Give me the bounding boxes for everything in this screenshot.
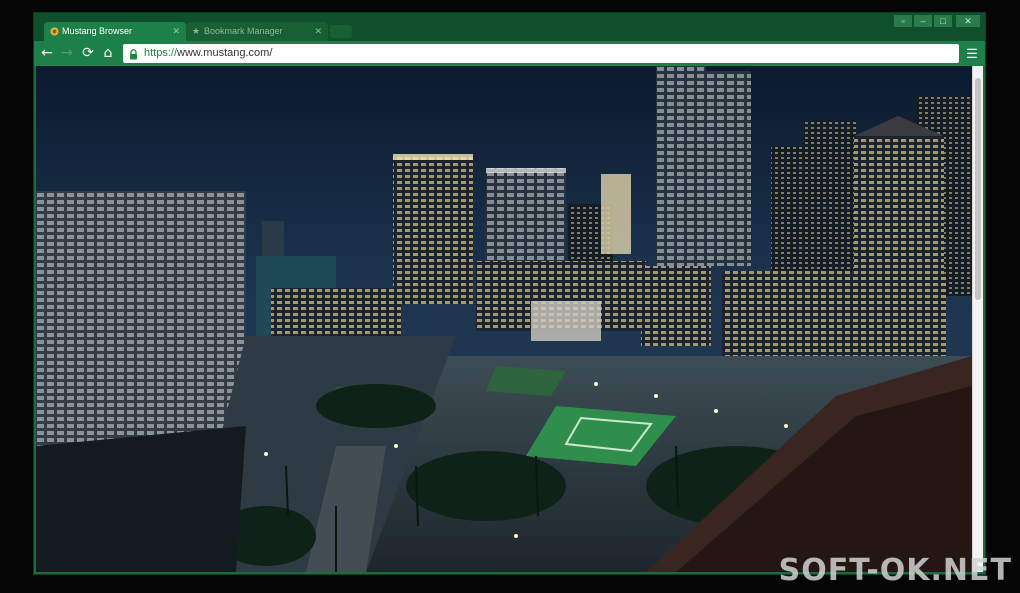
tab-mustang-browser[interactable]: Mustang Browser ✕	[44, 22, 186, 41]
toolbar: ← → ⟳ ⌂ https://www.mustang.com/ ☰	[34, 41, 985, 66]
mustang-favicon-icon	[50, 27, 59, 36]
watermark-text: SOFT-OK.NET	[778, 553, 1012, 588]
close-button[interactable]: ✕	[956, 15, 980, 27]
browser-window: Mustang Browser ✕ ★ Bookmark Manager ✕ ▫…	[34, 13, 985, 574]
home-icon[interactable]: ⌂	[99, 44, 117, 62]
vertical-scrollbar[interactable]	[972, 66, 983, 572]
screen: Mustang Browser ✕ ★ Bookmark Manager ✕ ▫…	[0, 0, 1020, 593]
new-tab-button[interactable]	[330, 25, 352, 38]
scrollbar-thumb[interactable]	[975, 78, 981, 300]
page-content	[36, 66, 972, 572]
url-host: www.mustang.com/	[177, 47, 273, 59]
forward-arrow-icon[interactable]: →	[58, 44, 76, 62]
tab-close-icon[interactable]: ✕	[314, 22, 322, 41]
tab-close-icon[interactable]: ✕	[172, 22, 180, 41]
tab-strip: Mustang Browser ✕ ★ Bookmark Manager ✕ ▫…	[34, 13, 985, 41]
tab-bookmark-manager[interactable]: ★ Bookmark Manager ✕	[186, 22, 328, 41]
url-scheme: https://	[144, 47, 178, 59]
reload-icon[interactable]: ⟳	[79, 44, 97, 62]
user-icon[interactable]: ▫	[894, 15, 912, 27]
tab-label: Bookmark Manager	[204, 26, 283, 36]
back-arrow-icon[interactable]: ←	[38, 44, 56, 62]
star-icon: ★	[192, 26, 201, 36]
lock-icon	[129, 48, 138, 60]
minimize-button[interactable]: –	[914, 15, 932, 27]
maximize-button[interactable]: □	[934, 15, 952, 27]
city-night-wallpaper-image	[36, 66, 972, 572]
tab-label: Mustang Browser	[62, 26, 133, 36]
address-bar[interactable]: https://www.mustang.com/	[123, 44, 959, 63]
hamburger-menu-icon[interactable]: ☰	[964, 45, 980, 62]
